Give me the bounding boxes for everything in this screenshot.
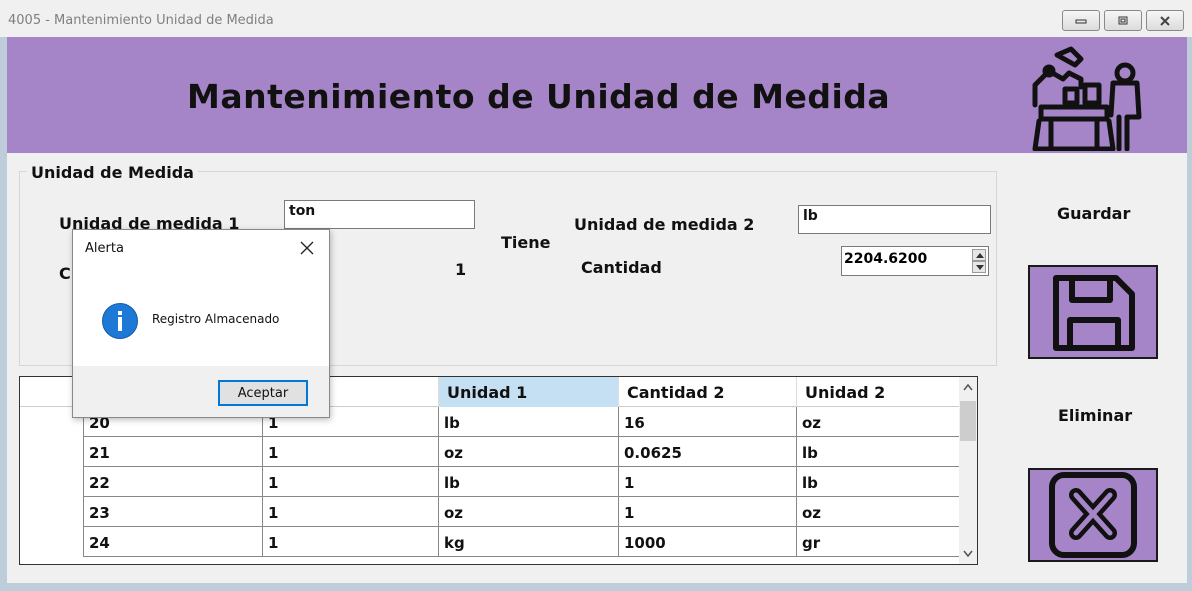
grid-header-unidad1[interactable]: Unidad 1: [439, 377, 619, 407]
cell-unidad2[interactable]: oz: [797, 497, 977, 527]
qty2-label: Cantidad: [581, 258, 662, 277]
accept-button[interactable]: Aceptar: [218, 380, 308, 406]
table-row[interactable]: 21 1 oz 0.0625 lb: [20, 437, 977, 467]
info-icon: [102, 303, 138, 339]
grid-header-cantidad2[interactable]: Cantidad 2: [619, 377, 797, 407]
grid-vertical-scrollbar[interactable]: [959, 377, 977, 564]
close-icon[interactable]: [299, 240, 315, 256]
cell-cantidad1[interactable]: 1: [263, 467, 439, 497]
cell-id[interactable]: 22: [84, 467, 263, 497]
close-icon: [1160, 15, 1170, 26]
cell-unidad1[interactable]: kg: [439, 527, 619, 557]
row-header[interactable]: [20, 527, 84, 557]
grid-header-unidad2[interactable]: Unidad 2: [797, 377, 977, 407]
unit2-input[interactable]: lb: [798, 205, 991, 234]
stepper-down-button[interactable]: [972, 261, 986, 273]
unit2-label: Unidad de medida 2: [574, 215, 755, 234]
cell-cantidad1[interactable]: 1: [263, 437, 439, 467]
table-row[interactable]: 24 1 kg 1000 gr: [20, 527, 977, 557]
dialog-title: Alerta: [85, 241, 124, 256]
row-header[interactable]: [20, 497, 84, 527]
window-titlebar: 4005 - Mantenimiento Unidad de Medida: [0, 0, 1192, 37]
scrollbar-thumb[interactable]: [960, 401, 976, 441]
cell-cantidad1[interactable]: 1: [263, 497, 439, 527]
alert-dialog: Alerta Registro Almacenado Aceptar: [72, 229, 330, 418]
delete-label: Eliminar: [1058, 406, 1133, 425]
cell-unidad2[interactable]: lb: [797, 467, 977, 497]
scroll-up-icon[interactable]: [959, 379, 977, 397]
cell-unidad1[interactable]: oz: [439, 437, 619, 467]
dialog-footer: Aceptar: [73, 366, 329, 417]
table-row[interactable]: 23 1 oz 1 oz: [20, 497, 977, 527]
cell-id[interactable]: 23: [84, 497, 263, 527]
window-title: 4005 - Mantenimiento Unidad de Medida: [8, 13, 274, 28]
caret-up-icon: [976, 253, 984, 258]
row-header[interactable]: [20, 437, 84, 467]
qty1-label: C: [59, 264, 71, 283]
cell-cantidad2[interactable]: 1: [619, 497, 797, 527]
save-label: Guardar: [1057, 204, 1131, 223]
cell-unidad2[interactable]: lb: [797, 437, 977, 467]
cell-cantidad2[interactable]: 1: [619, 467, 797, 497]
delete-button[interactable]: [1028, 468, 1158, 562]
tiene-label: Tiene: [501, 233, 551, 252]
cell-cantidad2[interactable]: 0.0625: [619, 437, 797, 467]
cell-cantidad2[interactable]: 1000: [619, 527, 797, 557]
scroll-down-icon[interactable]: [959, 545, 977, 563]
qty2-value: 2204.6200: [844, 251, 928, 267]
qty2-stepper[interactable]: 2204.6200: [841, 246, 989, 276]
row-header[interactable]: [20, 467, 84, 497]
cell-unidad1[interactable]: oz: [439, 497, 619, 527]
minimize-icon: [1075, 19, 1087, 23]
dialog-message: Registro Almacenado: [152, 312, 280, 326]
header-banner: Mantenimiento de Unidad de Medida: [7, 37, 1187, 153]
cell-cantidad1[interactable]: 1: [263, 527, 439, 557]
groupbox-title: Unidad de Medida: [27, 163, 198, 182]
factory-worker-icon: [1032, 46, 1142, 151]
restore-icon: [1118, 16, 1128, 24]
caret-down-icon: [976, 265, 984, 270]
stepper-up-button[interactable]: [972, 249, 986, 261]
maximize-button[interactable]: [1104, 10, 1142, 31]
cell-id[interactable]: 21: [84, 437, 263, 467]
cell-unidad2[interactable]: oz: [797, 407, 977, 437]
floppy-disk-icon: [1053, 275, 1135, 351]
qty1-value: 1: [455, 260, 467, 279]
close-x-icon: [1049, 472, 1137, 558]
cell-id[interactable]: 24: [84, 527, 263, 557]
cell-cantidad2[interactable]: 16: [619, 407, 797, 437]
save-button[interactable]: [1028, 265, 1158, 359]
page-title: Mantenimiento de Unidad de Medida: [187, 77, 891, 116]
unit1-input[interactable]: ton: [284, 200, 475, 229]
cell-unidad2[interactable]: gr: [797, 527, 977, 557]
cell-unidad1[interactable]: lb: [439, 467, 619, 497]
close-window-button[interactable]: [1146, 10, 1184, 31]
minimize-button[interactable]: [1062, 10, 1100, 31]
cell-unidad1[interactable]: lb: [439, 407, 619, 437]
table-row[interactable]: 22 1 lb 1 lb: [20, 467, 977, 497]
